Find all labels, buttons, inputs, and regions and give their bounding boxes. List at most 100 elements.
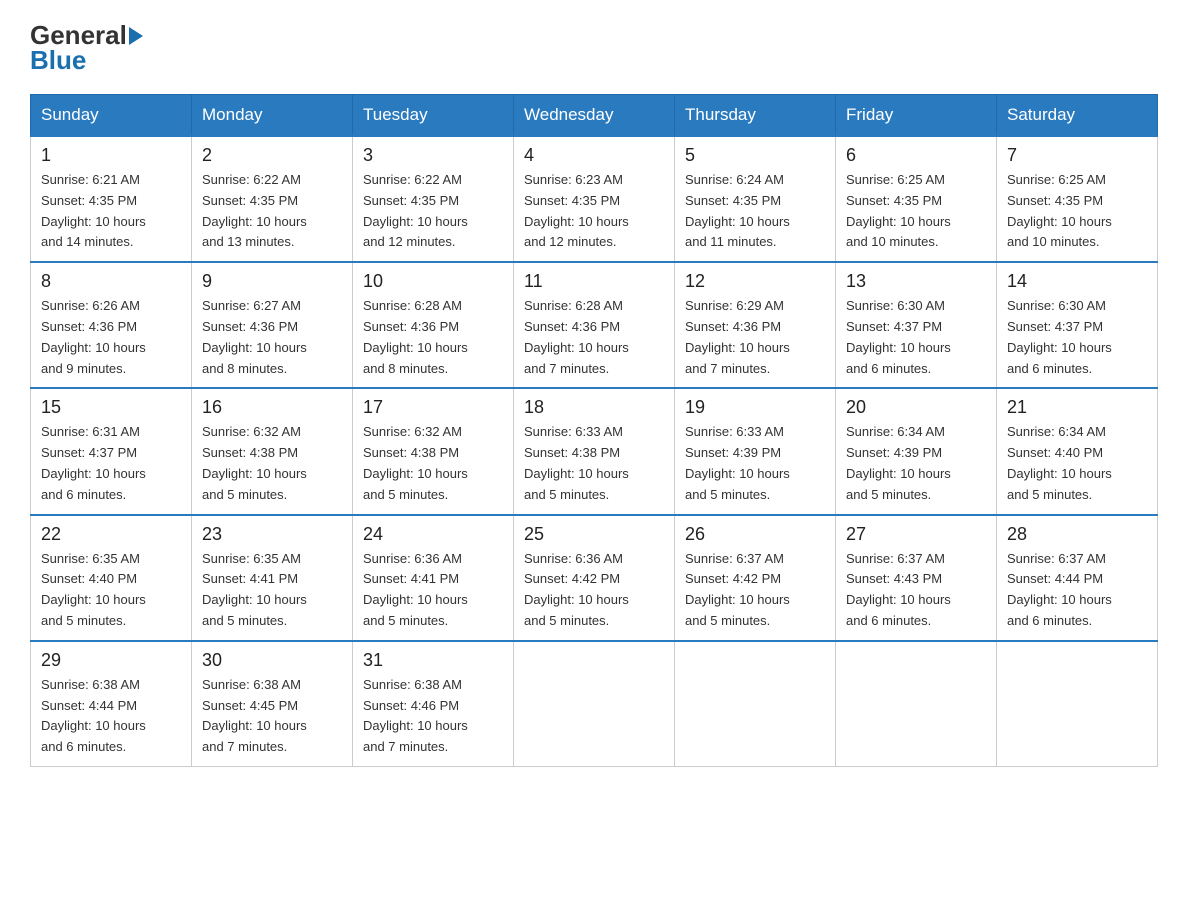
calendar-cell: 30 Sunrise: 6:38 AM Sunset: 4:45 PM Dayl… (192, 641, 353, 767)
calendar-cell: 21 Sunrise: 6:34 AM Sunset: 4:40 PM Dayl… (997, 388, 1158, 514)
calendar-cell: 31 Sunrise: 6:38 AM Sunset: 4:46 PM Dayl… (353, 641, 514, 767)
day-info: Sunrise: 6:37 AM Sunset: 4:44 PM Dayligh… (1007, 549, 1147, 632)
logo: General Blue (30, 20, 145, 76)
day-number: 12 (685, 271, 825, 292)
week-row-5: 29 Sunrise: 6:38 AM Sunset: 4:44 PM Dayl… (31, 641, 1158, 767)
calendar-cell: 6 Sunrise: 6:25 AM Sunset: 4:35 PM Dayli… (836, 136, 997, 262)
day-number: 25 (524, 524, 664, 545)
calendar-cell: 3 Sunrise: 6:22 AM Sunset: 4:35 PM Dayli… (353, 136, 514, 262)
day-number: 31 (363, 650, 503, 671)
calendar-cell: 29 Sunrise: 6:38 AM Sunset: 4:44 PM Dayl… (31, 641, 192, 767)
day-number: 2 (202, 145, 342, 166)
calendar-cell: 20 Sunrise: 6:34 AM Sunset: 4:39 PM Dayl… (836, 388, 997, 514)
day-info: Sunrise: 6:24 AM Sunset: 4:35 PM Dayligh… (685, 170, 825, 253)
day-header-monday: Monday (192, 95, 353, 137)
calendar-cell: 15 Sunrise: 6:31 AM Sunset: 4:37 PM Dayl… (31, 388, 192, 514)
day-header-sunday: Sunday (31, 95, 192, 137)
day-info: Sunrise: 6:33 AM Sunset: 4:38 PM Dayligh… (524, 422, 664, 505)
day-info: Sunrise: 6:28 AM Sunset: 4:36 PM Dayligh… (524, 296, 664, 379)
day-number: 4 (524, 145, 664, 166)
calendar-cell (836, 641, 997, 767)
day-header-friday: Friday (836, 95, 997, 137)
calendar-cell: 25 Sunrise: 6:36 AM Sunset: 4:42 PM Dayl… (514, 515, 675, 641)
days-header-row: SundayMondayTuesdayWednesdayThursdayFrid… (31, 95, 1158, 137)
calendar-cell: 11 Sunrise: 6:28 AM Sunset: 4:36 PM Dayl… (514, 262, 675, 388)
day-number: 23 (202, 524, 342, 545)
calendar-cell: 26 Sunrise: 6:37 AM Sunset: 4:42 PM Dayl… (675, 515, 836, 641)
day-info: Sunrise: 6:25 AM Sunset: 4:35 PM Dayligh… (1007, 170, 1147, 253)
calendar-cell: 5 Sunrise: 6:24 AM Sunset: 4:35 PM Dayli… (675, 136, 836, 262)
day-number: 11 (524, 271, 664, 292)
day-info: Sunrise: 6:38 AM Sunset: 4:45 PM Dayligh… (202, 675, 342, 758)
calendar-cell: 14 Sunrise: 6:30 AM Sunset: 4:37 PM Dayl… (997, 262, 1158, 388)
week-row-1: 1 Sunrise: 6:21 AM Sunset: 4:35 PM Dayli… (31, 136, 1158, 262)
calendar-cell: 13 Sunrise: 6:30 AM Sunset: 4:37 PM Dayl… (836, 262, 997, 388)
day-number: 26 (685, 524, 825, 545)
day-info: Sunrise: 6:34 AM Sunset: 4:39 PM Dayligh… (846, 422, 986, 505)
calendar-cell: 12 Sunrise: 6:29 AM Sunset: 4:36 PM Dayl… (675, 262, 836, 388)
week-row-4: 22 Sunrise: 6:35 AM Sunset: 4:40 PM Dayl… (31, 515, 1158, 641)
logo-arrow-icon (129, 27, 143, 45)
calendar-cell: 10 Sunrise: 6:28 AM Sunset: 4:36 PM Dayl… (353, 262, 514, 388)
calendar-table: SundayMondayTuesdayWednesdayThursdayFrid… (30, 94, 1158, 767)
day-info: Sunrise: 6:35 AM Sunset: 4:40 PM Dayligh… (41, 549, 181, 632)
day-number: 22 (41, 524, 181, 545)
day-header-saturday: Saturday (997, 95, 1158, 137)
day-number: 15 (41, 397, 181, 418)
day-info: Sunrise: 6:36 AM Sunset: 4:41 PM Dayligh… (363, 549, 503, 632)
day-number: 16 (202, 397, 342, 418)
day-number: 24 (363, 524, 503, 545)
week-row-2: 8 Sunrise: 6:26 AM Sunset: 4:36 PM Dayli… (31, 262, 1158, 388)
day-number: 6 (846, 145, 986, 166)
calendar-cell (997, 641, 1158, 767)
day-info: Sunrise: 6:22 AM Sunset: 4:35 PM Dayligh… (202, 170, 342, 253)
day-info: Sunrise: 6:28 AM Sunset: 4:36 PM Dayligh… (363, 296, 503, 379)
week-row-3: 15 Sunrise: 6:31 AM Sunset: 4:37 PM Dayl… (31, 388, 1158, 514)
day-header-tuesday: Tuesday (353, 95, 514, 137)
day-number: 1 (41, 145, 181, 166)
calendar-cell: 9 Sunrise: 6:27 AM Sunset: 4:36 PM Dayli… (192, 262, 353, 388)
day-number: 13 (846, 271, 986, 292)
calendar-cell (675, 641, 836, 767)
day-info: Sunrise: 6:21 AM Sunset: 4:35 PM Dayligh… (41, 170, 181, 253)
day-header-thursday: Thursday (675, 95, 836, 137)
day-number: 5 (685, 145, 825, 166)
day-info: Sunrise: 6:29 AM Sunset: 4:36 PM Dayligh… (685, 296, 825, 379)
day-info: Sunrise: 6:32 AM Sunset: 4:38 PM Dayligh… (202, 422, 342, 505)
day-info: Sunrise: 6:35 AM Sunset: 4:41 PM Dayligh… (202, 549, 342, 632)
day-number: 17 (363, 397, 503, 418)
calendar-cell: 28 Sunrise: 6:37 AM Sunset: 4:44 PM Dayl… (997, 515, 1158, 641)
header: General Blue (30, 20, 1158, 76)
calendar-cell: 16 Sunrise: 6:32 AM Sunset: 4:38 PM Dayl… (192, 388, 353, 514)
day-info: Sunrise: 6:37 AM Sunset: 4:42 PM Dayligh… (685, 549, 825, 632)
day-number: 14 (1007, 271, 1147, 292)
day-info: Sunrise: 6:38 AM Sunset: 4:46 PM Dayligh… (363, 675, 503, 758)
day-info: Sunrise: 6:27 AM Sunset: 4:36 PM Dayligh… (202, 296, 342, 379)
day-number: 9 (202, 271, 342, 292)
calendar-cell: 24 Sunrise: 6:36 AM Sunset: 4:41 PM Dayl… (353, 515, 514, 641)
calendar-cell: 4 Sunrise: 6:23 AM Sunset: 4:35 PM Dayli… (514, 136, 675, 262)
calendar-cell: 1 Sunrise: 6:21 AM Sunset: 4:35 PM Dayli… (31, 136, 192, 262)
logo-blue-row: Blue (30, 45, 86, 76)
day-info: Sunrise: 6:22 AM Sunset: 4:35 PM Dayligh… (363, 170, 503, 253)
day-number: 8 (41, 271, 181, 292)
calendar-cell: 2 Sunrise: 6:22 AM Sunset: 4:35 PM Dayli… (192, 136, 353, 262)
calendar-cell: 7 Sunrise: 6:25 AM Sunset: 4:35 PM Dayli… (997, 136, 1158, 262)
day-info: Sunrise: 6:23 AM Sunset: 4:35 PM Dayligh… (524, 170, 664, 253)
calendar-cell: 18 Sunrise: 6:33 AM Sunset: 4:38 PM Dayl… (514, 388, 675, 514)
day-info: Sunrise: 6:34 AM Sunset: 4:40 PM Dayligh… (1007, 422, 1147, 505)
day-header-wednesday: Wednesday (514, 95, 675, 137)
day-number: 7 (1007, 145, 1147, 166)
day-number: 20 (846, 397, 986, 418)
day-info: Sunrise: 6:26 AM Sunset: 4:36 PM Dayligh… (41, 296, 181, 379)
calendar-cell: 17 Sunrise: 6:32 AM Sunset: 4:38 PM Dayl… (353, 388, 514, 514)
calendar-cell: 19 Sunrise: 6:33 AM Sunset: 4:39 PM Dayl… (675, 388, 836, 514)
day-info: Sunrise: 6:31 AM Sunset: 4:37 PM Dayligh… (41, 422, 181, 505)
day-number: 21 (1007, 397, 1147, 418)
day-info: Sunrise: 6:30 AM Sunset: 4:37 PM Dayligh… (846, 296, 986, 379)
day-number: 3 (363, 145, 503, 166)
calendar-cell: 27 Sunrise: 6:37 AM Sunset: 4:43 PM Dayl… (836, 515, 997, 641)
day-info: Sunrise: 6:33 AM Sunset: 4:39 PM Dayligh… (685, 422, 825, 505)
day-info: Sunrise: 6:25 AM Sunset: 4:35 PM Dayligh… (846, 170, 986, 253)
day-number: 30 (202, 650, 342, 671)
